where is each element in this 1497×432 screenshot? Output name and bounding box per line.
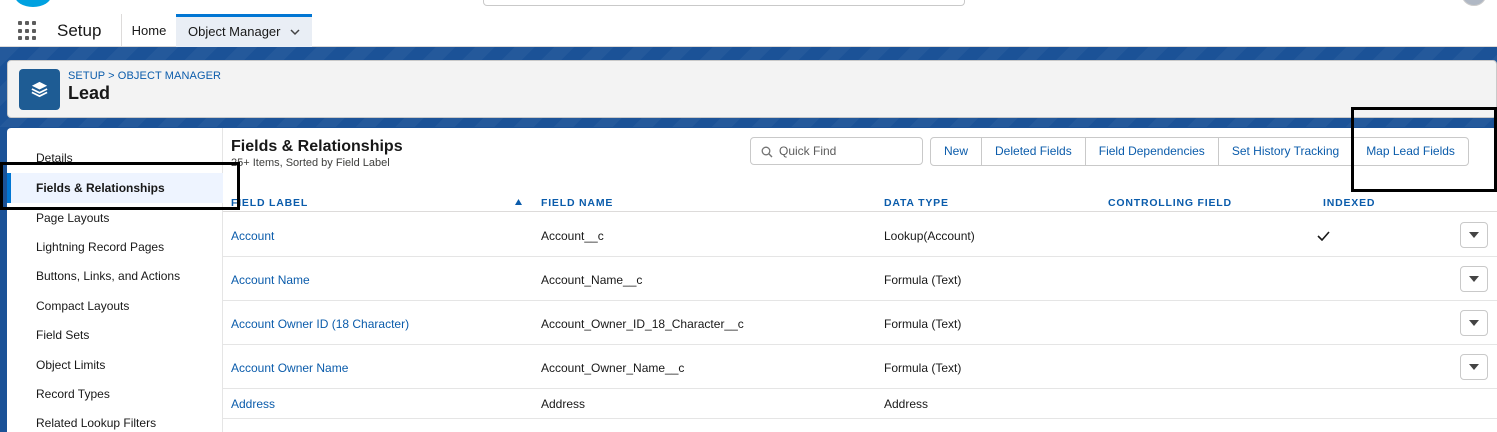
chevron-down-icon xyxy=(1469,232,1479,238)
object-icon xyxy=(19,69,60,110)
global-search-input[interactable] xyxy=(483,0,965,6)
field-name-cell: Account_Owner_Name__c xyxy=(541,361,685,375)
table-row: Account Owner ID (18 Character) Account_… xyxy=(223,301,1497,345)
search-icon xyxy=(761,146,773,158)
field-name-cell: Account__c xyxy=(541,229,604,243)
global-header: Setup Home Object Manager xyxy=(0,0,1497,47)
page-header: SETUP > OBJECT MANAGER Lead xyxy=(7,60,1497,118)
field-name-cell: Account_Name__c xyxy=(541,273,643,287)
highlight-box-map-lead-fields xyxy=(1351,107,1497,192)
sidebar-item-related-lookup-filters[interactable]: Related Lookup Filters xyxy=(7,408,223,432)
tab-object-manager-label: Object Manager xyxy=(188,24,281,39)
data-type-cell: Address xyxy=(884,397,929,411)
sort-ascending-icon[interactable] xyxy=(515,199,522,205)
quick-find[interactable] xyxy=(750,137,923,165)
deleted-fields-button[interactable]: Deleted Fields xyxy=(981,137,1086,166)
field-label-link[interactable]: Address xyxy=(231,397,275,411)
chevron-down-icon xyxy=(1469,276,1479,282)
sidebar-item-buttons-links-actions[interactable]: Buttons, Links, and Actions xyxy=(7,261,223,291)
field-name-cell: Address xyxy=(541,397,586,411)
layers-icon xyxy=(31,81,48,98)
app-launcher-icon[interactable] xyxy=(18,21,38,41)
column-header-indexed[interactable]: INDEXED xyxy=(1323,197,1375,209)
table-row: Account Account__c Lookup(Account) xyxy=(223,213,1497,257)
app-name: Setup xyxy=(57,21,102,40)
section-title: Fields & Relationships xyxy=(231,138,403,155)
table-row: Account Owner Name Account_Owner_Name__c… xyxy=(223,345,1497,389)
breadcrumb[interactable]: SETUP > OBJECT MANAGER xyxy=(68,70,221,82)
check-icon xyxy=(1317,231,1330,241)
new-button[interactable]: New xyxy=(930,137,983,166)
data-type-cell: Formula (Text) xyxy=(884,317,962,331)
page-title: Lead xyxy=(68,83,111,103)
chevron-down-icon xyxy=(1469,364,1479,370)
row-actions-button[interactable] xyxy=(1460,266,1488,292)
column-header-controlling-field[interactable]: CONTROLLING FIELD xyxy=(1108,197,1232,209)
row-actions-button[interactable] xyxy=(1460,354,1488,380)
avatar[interactable] xyxy=(1461,0,1487,6)
table-header: FIELD LABEL FIELD NAME DATA TYPE CONTROL… xyxy=(223,194,1497,212)
column-header-data-type[interactable]: DATA TYPE xyxy=(884,197,949,209)
table-row: Address Address Address xyxy=(223,389,1497,419)
sidebar-item-record-types[interactable]: Record Types xyxy=(7,379,223,409)
section-subtitle: 25+ Items, Sorted by Field Label xyxy=(231,157,390,169)
salesforce-logo[interactable] xyxy=(14,0,52,8)
highlight-box-fields-relationships xyxy=(0,162,240,210)
set-history-tracking-button[interactable]: Set History Tracking xyxy=(1217,137,1354,166)
row-actions-button[interactable] xyxy=(1460,310,1488,336)
field-label-link[interactable]: Account Name xyxy=(231,273,310,287)
data-type-cell: Formula (Text) xyxy=(884,361,962,375)
sidebar-item-lightning-record-pages[interactable]: Lightning Record Pages xyxy=(7,232,223,262)
data-type-cell: Formula (Text) xyxy=(884,273,962,287)
field-name-cell: Account_Owner_ID_18_Character__c xyxy=(541,317,744,331)
quick-find-input[interactable] xyxy=(779,143,917,159)
sidebar-item-compact-layouts[interactable]: Compact Layouts xyxy=(7,291,223,321)
main-panel: Fields & Relationships 25+ Items, Sorted… xyxy=(223,128,1497,432)
tab-home[interactable]: Home xyxy=(122,14,176,47)
column-header-field-label[interactable]: FIELD LABEL xyxy=(231,197,308,209)
column-header-field-name[interactable]: FIELD NAME xyxy=(541,197,613,209)
row-actions-button[interactable] xyxy=(1460,222,1488,248)
sidebar-item-field-sets[interactable]: Field Sets xyxy=(7,320,223,350)
field-dependencies-button[interactable]: Field Dependencies xyxy=(1084,137,1219,166)
chevron-down-icon xyxy=(1469,320,1479,326)
field-label-link[interactable]: Account xyxy=(231,229,274,243)
chevron-down-icon[interactable] xyxy=(290,27,300,37)
field-label-link[interactable]: Account Owner Name xyxy=(231,361,348,375)
table-row: Account Name Account_Name__c Formula (Te… xyxy=(223,257,1497,301)
tab-object-manager[interactable]: Object Manager xyxy=(176,14,312,47)
field-label-link[interactable]: Account Owner ID (18 Character) xyxy=(231,317,409,331)
sidebar-item-object-limits[interactable]: Object Limits xyxy=(7,350,223,380)
data-type-cell: Lookup(Account) xyxy=(884,229,975,243)
